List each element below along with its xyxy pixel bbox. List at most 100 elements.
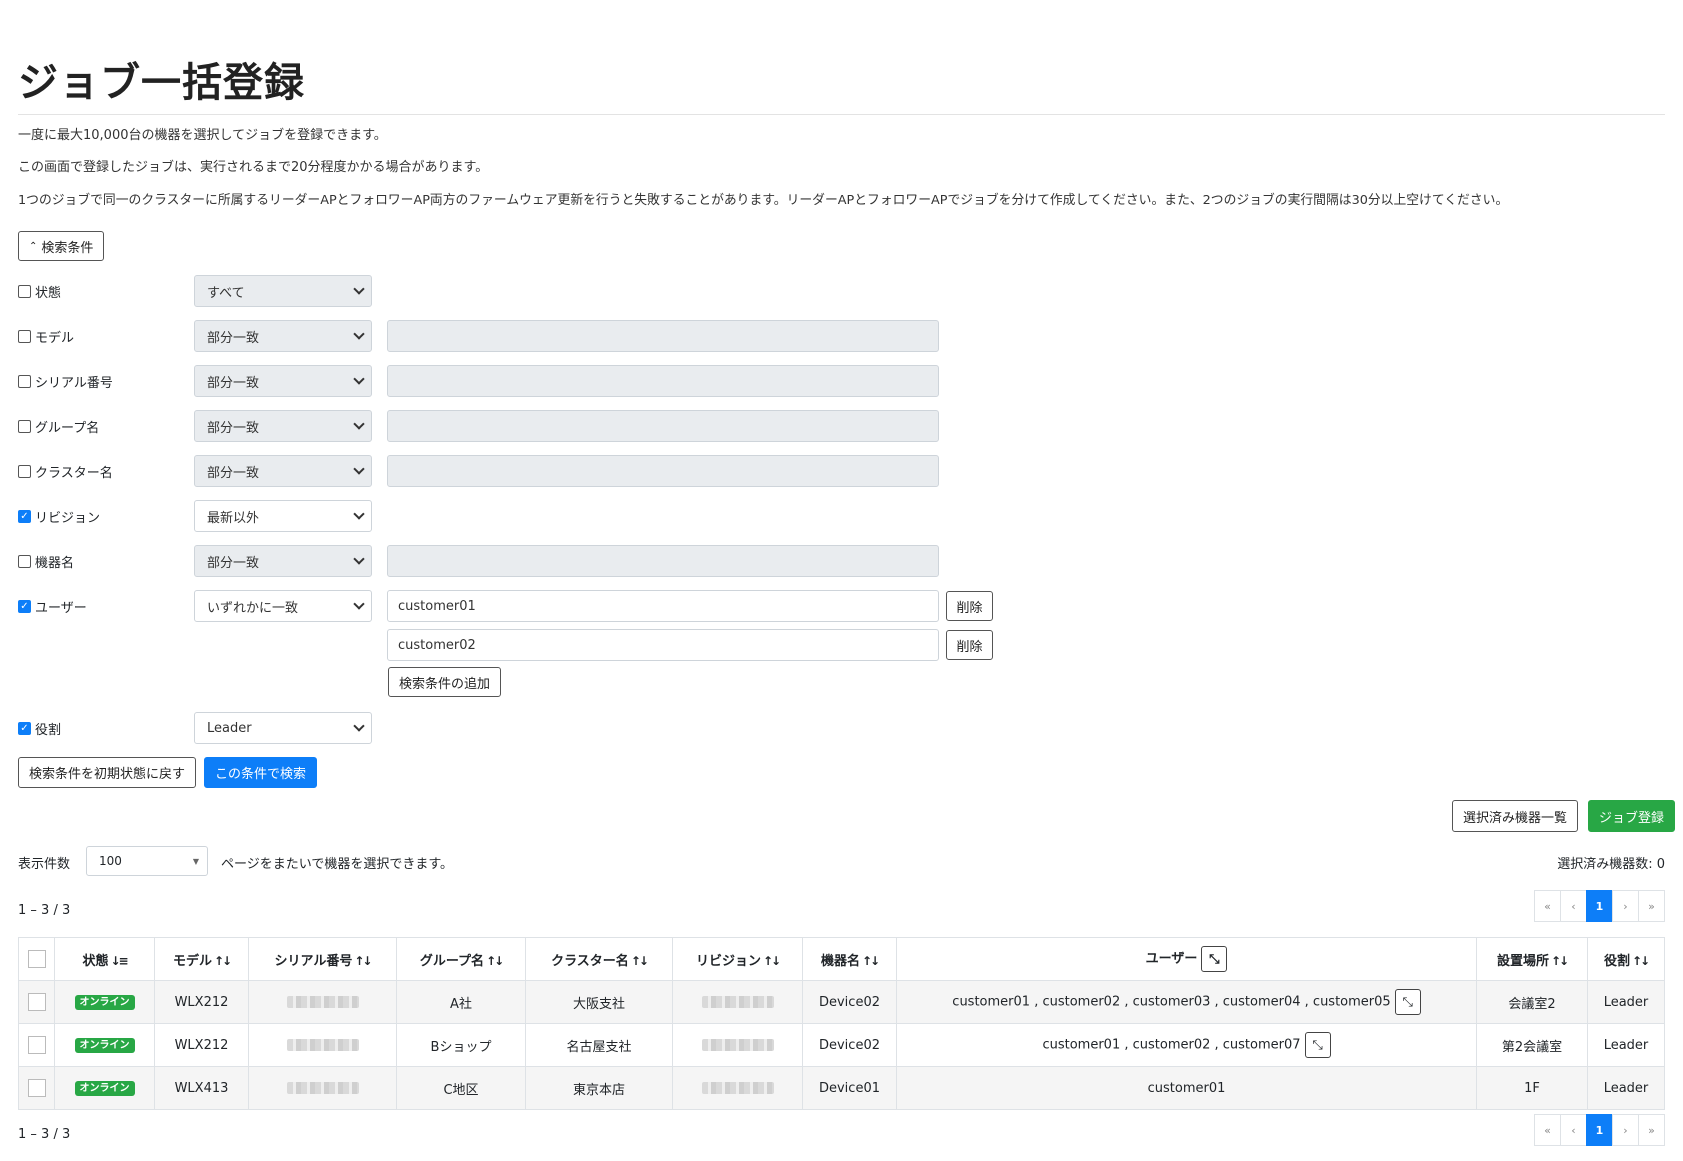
checkbox[interactable] (18, 555, 31, 568)
checkbox[interactable] (18, 420, 31, 433)
checkbox[interactable] (18, 510, 31, 523)
header-label: リビジョン (695, 953, 761, 969)
result-range-top: 1 – 3 / 3 (18, 903, 71, 918)
table-row[interactable]: オンライン WLX212 A社 大阪支社 Device02 customer01… (18, 980, 1665, 1024)
header-revision[interactable]: リビジョン ↑↓ (672, 937, 803, 981)
pagination-prev[interactable]: ‹ (1560, 1114, 1587, 1146)
selected-devices-list-button[interactable]: 選択済み機器一覧 (1452, 800, 1579, 832)
model-input[interactable] (387, 320, 939, 352)
page-size-select[interactable]: 100 ▼ (86, 846, 208, 876)
select-all-header[interactable] (18, 937, 55, 981)
checkbox[interactable] (18, 330, 31, 343)
checkbox[interactable] (18, 465, 31, 478)
device-name-cell: Device01 (802, 1066, 897, 1110)
checkbox[interactable] (18, 375, 31, 388)
condition-group: グループ名 部分一致 (18, 410, 939, 442)
group-input[interactable] (387, 410, 939, 442)
header-label: モデル (172, 953, 212, 969)
row-checkbox[interactable] (27, 993, 46, 1011)
redacted-revision (701, 1082, 774, 1094)
description-max-devices: 一度に最大10,000台の機器を選択してジョブを登録できます。 (18, 128, 387, 143)
status-select[interactable]: すべて (194, 275, 372, 307)
pagination-last[interactable]: » (1638, 1114, 1665, 1146)
condition-serial: シリアル番号 部分一致 (18, 365, 939, 397)
condition-device-name-checkbox[interactable]: 機器名 (18, 552, 74, 571)
cluster-match-select[interactable]: 部分一致 (194, 455, 372, 487)
delete-user-1-button[interactable]: 削除 (946, 591, 993, 621)
status-badge: オンライン (74, 995, 135, 1010)
condition-status-checkbox[interactable]: 状態 (18, 282, 61, 301)
condition-cluster-checkbox[interactable]: クラスター名 (18, 462, 113, 481)
condition-serial-checkbox[interactable]: シリアル番号 (18, 372, 113, 391)
condition-role-checkbox[interactable]: 役割 (18, 719, 61, 738)
chevron-down-icon (353, 463, 365, 475)
header-device-name[interactable]: 機器名 ↑↓ (802, 937, 897, 981)
row-select-cell[interactable] (18, 1023, 55, 1067)
pagination-last[interactable]: » (1638, 890, 1665, 922)
search-conditions-toggle[interactable]: ⌃ 検索条件 (18, 231, 105, 261)
condition-label: グループ名 (35, 421, 100, 436)
select-value: 部分一致 (207, 420, 260, 436)
search-button[interactable]: この条件で検索 (204, 757, 318, 788)
header-model[interactable]: モデル ↑↓ (154, 937, 249, 981)
pagination-next[interactable]: › (1612, 1114, 1639, 1146)
checkbox[interactable] (18, 600, 31, 613)
reset-conditions-button[interactable]: 検索条件を初期状態に戻す (18, 757, 197, 788)
header-cluster[interactable]: クラスター名 ↑↓ (525, 937, 673, 981)
caret-down-icon: ▼ (192, 857, 199, 866)
pagination-first[interactable]: « (1534, 1114, 1561, 1146)
table-row[interactable]: オンライン WLX212 Bショップ 名古屋支社 Device02 custom… (18, 1023, 1665, 1067)
pagination-current[interactable]: 1 (1586, 1114, 1613, 1146)
pagination-current[interactable]: 1 (1586, 890, 1613, 922)
cluster-input[interactable] (387, 455, 939, 487)
header-status[interactable]: 状態 ↓≡ (54, 937, 155, 981)
add-condition-button[interactable]: 検索条件の追加 (388, 667, 502, 697)
pagination-prev[interactable]: ‹ (1560, 890, 1587, 922)
header-group[interactable]: グループ名 ↑↓ (396, 937, 526, 981)
revision-select[interactable]: 最新以外 (194, 500, 372, 532)
device-name-match-select[interactable]: 部分一致 (194, 545, 372, 577)
user-match-select[interactable]: いずれかに一致 (194, 590, 372, 622)
chevron-up-icon: ⌃ (29, 240, 38, 252)
table-row[interactable]: オンライン WLX413 C地区 東京本店 Device01 customer0… (18, 1066, 1665, 1110)
collapse-icon[interactable]: ⤡ (1201, 946, 1228, 972)
header-label: ユーザー (1145, 951, 1198, 967)
group-match-select[interactable]: 部分一致 (194, 410, 372, 442)
row-select-cell[interactable] (18, 1066, 55, 1110)
row-checkbox[interactable] (27, 1036, 46, 1054)
header-label: グループ名 (419, 953, 485, 969)
header-role[interactable]: 役割 ↑↓ (1587, 937, 1665, 981)
description-cluster-warning: 1つのジョブで同一のクラスターに所属するリーダーAPとフォロワーAP両方のファー… (18, 193, 1509, 208)
checkbox[interactable] (18, 722, 31, 735)
collapse-icon[interactable]: ⤡ (1304, 1032, 1331, 1058)
condition-model-checkbox[interactable]: モデル (18, 327, 74, 346)
pagination-next[interactable]: › (1612, 890, 1639, 922)
select-value: 部分一致 (207, 465, 260, 481)
device-name-input[interactable] (387, 545, 939, 577)
pagination-first[interactable]: « (1534, 890, 1561, 922)
serial-match-select[interactable]: 部分一致 (194, 365, 372, 397)
select-all-checkbox[interactable] (27, 950, 46, 968)
group-cell: A社 (396, 980, 526, 1024)
condition-device-name: 機器名 部分一致 (18, 545, 939, 577)
register-job-button[interactable]: ジョブ登録 (1588, 800, 1676, 832)
sort-icon: ↑↓ (861, 953, 880, 968)
condition-revision-checkbox[interactable]: リビジョン (18, 507, 100, 526)
serial-input[interactable] (387, 365, 939, 397)
header-location[interactable]: 設置場所 ↑↓ (1476, 937, 1588, 981)
condition-group-checkbox[interactable]: グループ名 (18, 417, 99, 436)
checkbox[interactable] (18, 285, 31, 298)
redacted-serial (286, 996, 359, 1008)
header-serial[interactable]: シリアル番号 ↑↓ (248, 937, 397, 981)
row-checkbox[interactable] (27, 1079, 46, 1097)
role-select[interactable]: Leader (194, 712, 372, 744)
condition-user-checkbox[interactable]: ユーザー (18, 597, 87, 616)
model-match-select[interactable]: 部分一致 (194, 320, 372, 352)
user-input-1[interactable]: customer01 (387, 590, 939, 622)
delete-user-2-button[interactable]: 削除 (946, 630, 993, 660)
user-input-2[interactable]: customer02 (387, 629, 939, 661)
condition-model: モデル 部分一致 (18, 320, 939, 352)
collapse-icon[interactable]: ⤡ (1394, 989, 1421, 1015)
condition-label: リビジョン (35, 511, 101, 526)
row-select-cell[interactable] (18, 980, 55, 1024)
